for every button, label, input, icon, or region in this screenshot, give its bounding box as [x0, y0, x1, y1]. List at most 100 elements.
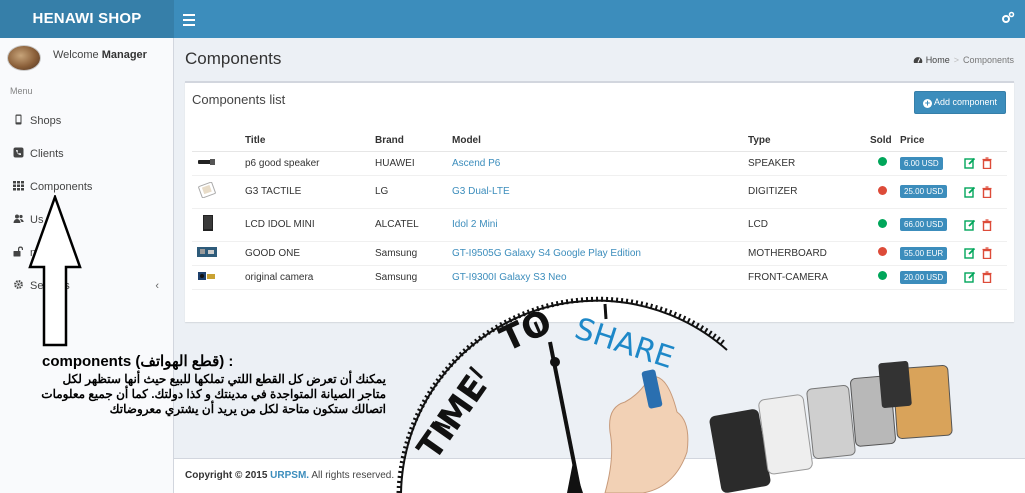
- sidebar-item-clients[interactable]: Clients: [0, 142, 173, 166]
- user-name: Manager: [101, 49, 147, 61]
- model-link[interactable]: Ascend P6: [452, 158, 500, 169]
- cell-title: original camera: [245, 265, 375, 290]
- add-component-label: Add component: [933, 97, 997, 107]
- gear-icon: [14, 280, 23, 289]
- header-type[interactable]: Type: [748, 131, 870, 152]
- cell-brand: ALCATEL: [375, 208, 452, 242]
- header-actions: [964, 131, 1007, 152]
- header-price[interactable]: Price: [900, 131, 964, 152]
- annotation-title: components (قطع الهواتف) :: [42, 353, 234, 370]
- digitizer-thumbnail[interactable]: [196, 182, 218, 198]
- art-text-share: SHARE: [571, 311, 679, 376]
- model-link[interactable]: GT-I9505G Galaxy S4 Google Play Edition: [452, 248, 641, 259]
- sold-status-dot: [878, 185, 887, 195]
- sidebar-item-label: Shops: [30, 115, 62, 127]
- cell-type: MOTHERBOARD: [748, 241, 870, 266]
- model-link[interactable]: GT-I9300I Galaxy S3 Neo: [452, 272, 567, 283]
- price-badge: 25.00 USD: [900, 185, 948, 198]
- table-header-row: Title Brand Model Type Sold Price: [192, 131, 1007, 152]
- sidebar-item-users[interactable]: Us: [0, 208, 173, 232]
- avatar: [7, 45, 41, 71]
- sidebar-item-components[interactable]: Components: [0, 175, 173, 199]
- cell-type: SPEAKER: [748, 151, 870, 176]
- breadcrumb: Home > Components: [913, 55, 1014, 65]
- edit-icon[interactable]: [964, 186, 976, 198]
- art-text-to: TO: [494, 302, 558, 360]
- sidebar-item-settings[interactable]: Settings ‹: [0, 274, 173, 298]
- footer-brand-link[interactable]: URPSM.: [270, 470, 309, 481]
- breadcrumb-separator: >: [953, 55, 959, 65]
- table-row: G3 TACTILE LG G3 Dual-LTE DIGITIZER 25.0…: [192, 175, 1007, 209]
- cell-type: DIGITIZER: [748, 175, 870, 209]
- motherboard-thumbnail[interactable]: [196, 244, 218, 260]
- footer-rights: All rights reserved.: [311, 470, 395, 481]
- sidebar-item-label: Components: [30, 181, 93, 193]
- cell-title: GOOD ONE: [245, 241, 375, 266]
- annotation-arrow-up: [28, 195, 82, 347]
- box-title: Components list: [192, 92, 286, 107]
- price-badge: 6.00 USD: [900, 156, 943, 170]
- sold-status-dot: [878, 218, 887, 228]
- price-badge: 66.00 USD: [900, 218, 948, 231]
- sidebar-toggle-icon[interactable]: [183, 11, 195, 27]
- model-link[interactable]: G3 Dual-LTE: [452, 186, 510, 197]
- model-link[interactable]: Idol 2 Mini: [452, 219, 498, 230]
- breadcrumb-current: Components: [962, 55, 1014, 65]
- delete-icon[interactable]: [981, 185, 993, 198]
- sold-status-dot: [878, 157, 887, 166]
- sidebar-item-unlocking[interactable]: nlocking: [0, 241, 173, 265]
- header-brand[interactable]: Brand: [375, 131, 452, 152]
- cell-type: LCD: [748, 208, 870, 242]
- edit-icon[interactable]: [964, 157, 976, 169]
- chevron-left-icon[interactable]: ‹: [155, 274, 159, 298]
- delete-icon[interactable]: [981, 218, 993, 231]
- sidebar: Welcome Manager Menu Shops Clients Compo…: [0, 38, 174, 493]
- dashboard-icon: [913, 57, 922, 63]
- menu-header: Menu: [10, 86, 33, 96]
- cell-title: p6 good speaker: [245, 151, 375, 176]
- components-table: Title Brand Model Type Sold Price p6 goo…: [192, 131, 1007, 290]
- unlock-icon: [13, 246, 23, 257]
- welcome-text: Welcome Manager: [53, 49, 147, 61]
- footer-text: Copyright © 2015 URPSM. All rights reser…: [185, 470, 394, 481]
- app-logo[interactable]: HENAWI SHOP: [0, 0, 174, 38]
- table-row: p6 good speaker HUAWEI Ascend P6 SPEAKER…: [192, 151, 1007, 176]
- breadcrumb-home[interactable]: Home: [926, 55, 950, 65]
- footer-copyright: Copyright © 2015: [185, 470, 268, 481]
- cell-title: LCD IDOL MINI: [245, 208, 375, 242]
- plus-circle-icon: +: [922, 98, 932, 108]
- header-model[interactable]: Model: [452, 131, 748, 152]
- users-icon: [13, 214, 24, 223]
- grid-icon: [13, 181, 24, 191]
- edit-icon[interactable]: [964, 247, 976, 259]
- cell-title: G3 TACTILE: [245, 175, 375, 209]
- sidebar-item-label: Clients: [30, 148, 64, 160]
- sold-status-dot: [878, 247, 887, 256]
- art-text-time: TIME: [410, 368, 496, 467]
- price-badge: 55.00 EUR: [900, 246, 948, 260]
- delete-icon[interactable]: [981, 247, 993, 259]
- cell-brand: HUAWEI: [375, 151, 452, 176]
- annotation-body: يمكنك أن تعرض كل القطع اللتي تملكها للبي…: [41, 372, 386, 416]
- page-title: Components: [185, 49, 282, 68]
- sold-status-dot: [878, 271, 887, 280]
- cell-brand: Samsung: [375, 241, 452, 266]
- phone-square-icon: [13, 147, 24, 158]
- header-title[interactable]: Title: [245, 131, 375, 152]
- camera-thumbnail[interactable]: [196, 268, 218, 284]
- header-image: [192, 131, 245, 152]
- time-to-share-artwork: TIME TO SHARE: [396, 296, 953, 493]
- delete-icon[interactable]: [981, 157, 993, 169]
- gears-icon[interactable]: [1001, 11, 1015, 25]
- welcome-label: Welcome: [53, 49, 99, 61]
- mobile-icon: [15, 114, 22, 125]
- lcd-thumbnail[interactable]: [196, 215, 218, 231]
- sidebar-item-shops[interactable]: Shops: [0, 109, 173, 133]
- top-navbar: HENAWI SHOP: [0, 0, 1025, 38]
- add-component-button[interactable]: + Add component: [913, 91, 1006, 114]
- table-row: GOOD ONE Samsung GT-I9505G Galaxy S4 Goo…: [192, 241, 1007, 266]
- header-sold[interactable]: Sold: [870, 131, 900, 152]
- edit-icon[interactable]: [964, 219, 976, 231]
- cell-brand: LG: [375, 175, 452, 209]
- speaker-thumbnail[interactable]: [196, 154, 218, 170]
